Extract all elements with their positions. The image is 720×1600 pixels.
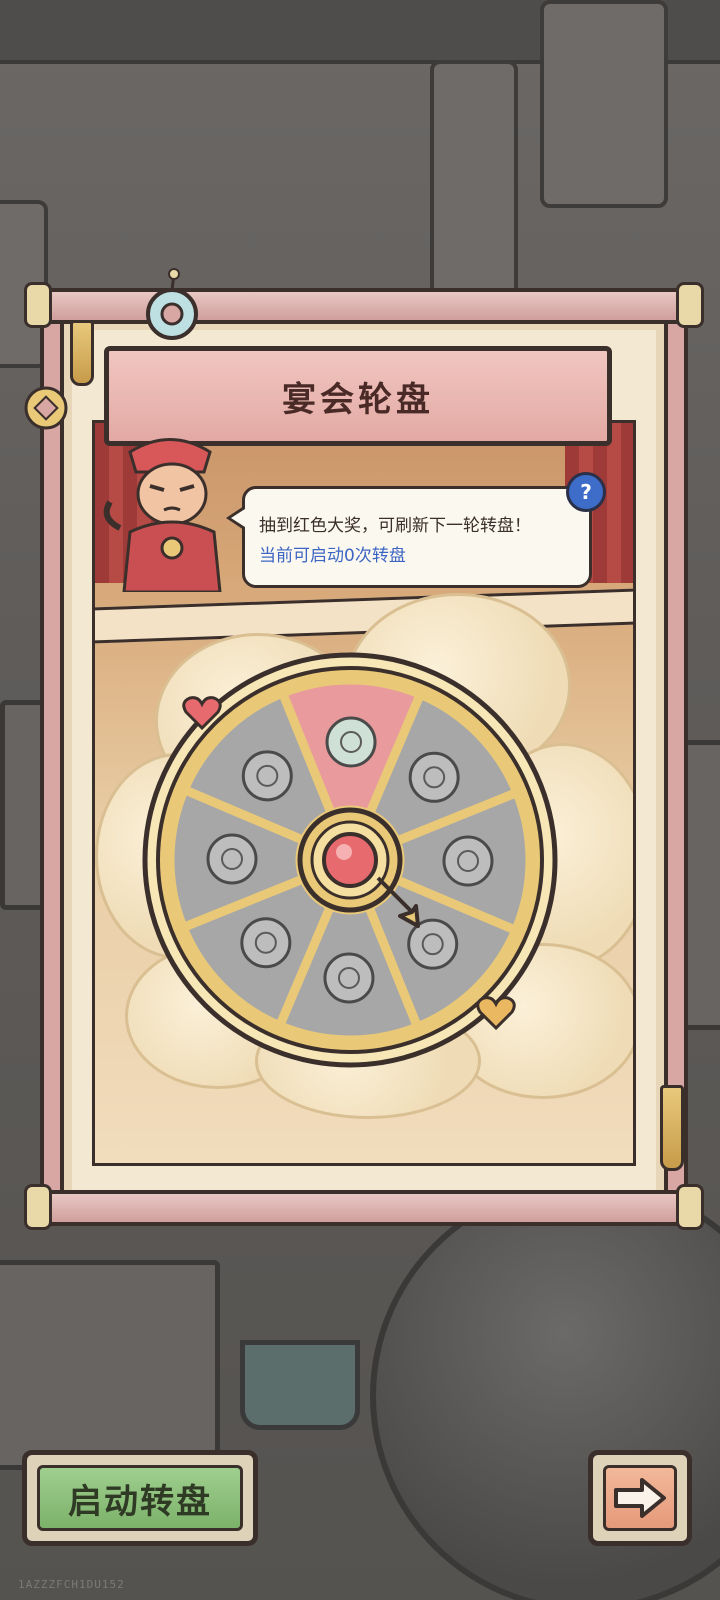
wheel-pointer-icon <box>376 876 420 928</box>
next-button-face[interactable] <box>603 1465 677 1531</box>
coin-pile-icon <box>442 835 494 887</box>
tassel <box>660 1085 684 1171</box>
scroll-top-rod <box>24 282 704 328</box>
rod-cap <box>24 1184 52 1230</box>
watermark: 1AZZZFCH1DU152 <box>18 1578 125 1591</box>
jade-ring-icon <box>146 268 198 340</box>
gold-ingot-icon <box>323 952 375 1004</box>
background-bucket <box>240 1340 360 1430</box>
rod-cap <box>24 282 52 328</box>
title-banner: 宴会轮盘 <box>104 346 612 446</box>
ghost-cloak-icon <box>240 917 292 969</box>
bubble-tail-inner <box>231 509 245 527</box>
coin-medallion-icon <box>24 386 68 430</box>
next-button[interactable] <box>588 1450 692 1546</box>
ghost-icon <box>408 751 460 803</box>
heart-icon <box>182 696 222 731</box>
brush-icon <box>206 833 258 885</box>
heart-icon <box>476 996 516 1031</box>
start-spin-button-face[interactable]: 启动转盘 <box>37 1465 243 1531</box>
tassel <box>70 320 94 386</box>
page-title: 宴会轮盘 <box>282 379 434 420</box>
speech-bubble: 抽到红色大奖，可刷新下一轮转盘！ 当前可启动0次转盘 <box>242 486 592 588</box>
start-spin-label: 启动转盘 <box>68 1481 212 1522</box>
ticket-icon <box>241 750 293 802</box>
game-screen: 宴会轮盘 抽到红色大奖，可刷新下一轮转盘！ 当前可启动0次转盘 ? 启动转盘 1… <box>0 0 720 1600</box>
question-mark-icon[interactable]: ? <box>566 472 606 512</box>
rod-cap <box>676 282 704 328</box>
rod-cap <box>676 1184 704 1230</box>
background-beam <box>540 0 668 208</box>
spin-count-text: 当前可启动0次转盘 <box>259 546 406 566</box>
start-spin-button[interactable]: 启动转盘 <box>22 1450 258 1546</box>
scroll-bottom-rod <box>24 1184 704 1230</box>
hint-text: 抽到红色大奖，可刷新下一轮转盘！ <box>259 516 531 536</box>
background-crate <box>0 1260 220 1470</box>
prize-wheel <box>140 650 560 1070</box>
painting-icon <box>325 716 377 768</box>
arrow-right-icon <box>614 1478 666 1518</box>
warrior-character-icon <box>103 438 222 592</box>
